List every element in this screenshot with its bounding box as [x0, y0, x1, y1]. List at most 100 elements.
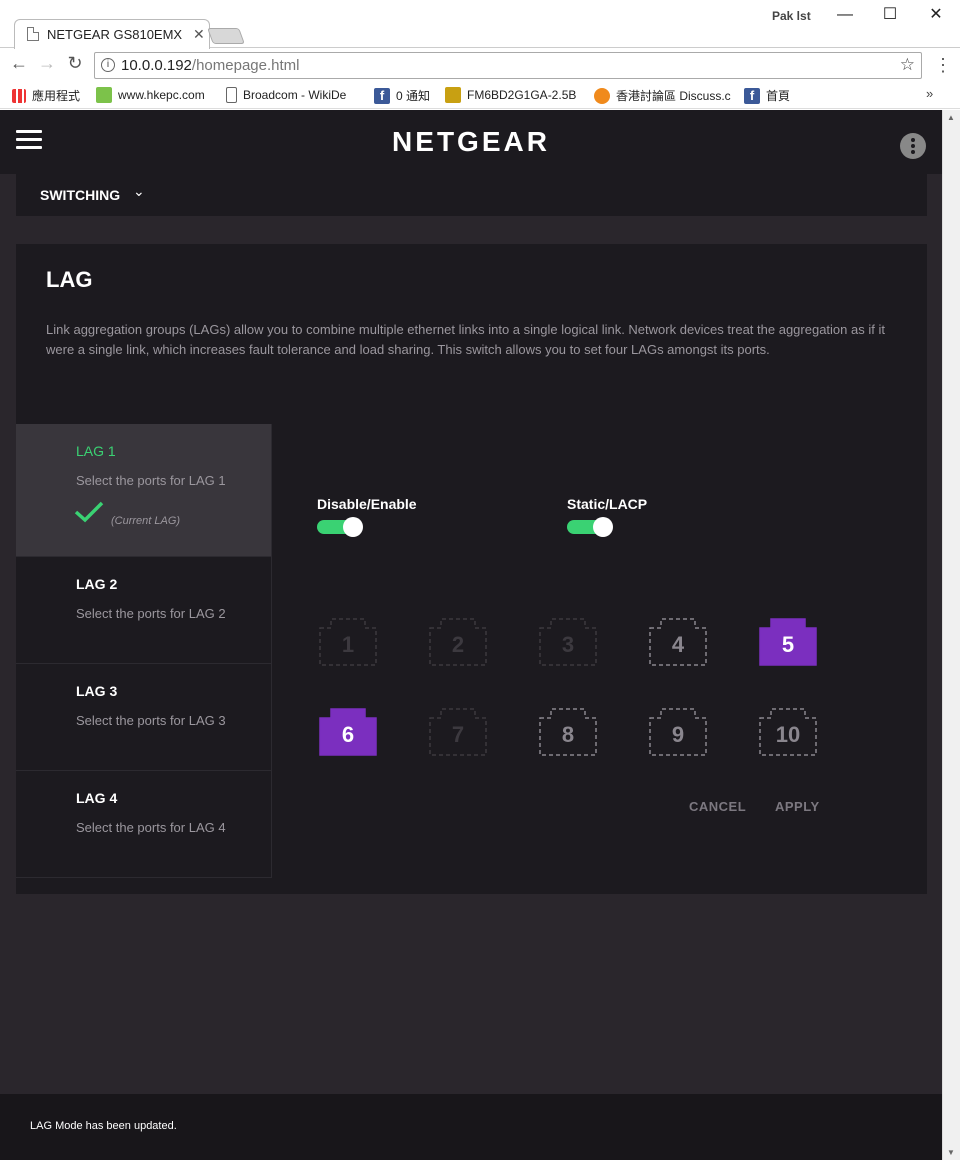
chat-icon — [594, 87, 610, 104]
page-title: LAG — [46, 267, 93, 292]
site-icon — [96, 87, 112, 103]
port-1: 1 — [319, 618, 377, 666]
browser-menu-icon[interactable]: ⋮ — [934, 55, 952, 76]
lag-subtitle: Select the ports for LAG 1 — [76, 473, 226, 488]
close-window-icon[interactable]: ✕ — [921, 4, 951, 26]
toggle-knob — [343, 517, 363, 537]
apply-button[interactable]: APPLY — [775, 799, 820, 814]
bookmark-hkepc[interactable]: www.hkepc.com — [96, 87, 205, 103]
new-tab-button[interactable] — [207, 28, 245, 44]
facebook-icon: f — [744, 87, 760, 104]
bookmark-facebook-home[interactable]: f 首頁 — [744, 87, 790, 104]
browser-tab[interactable]: NETGEAR GS810EMX ✕ — [14, 19, 210, 49]
port-8[interactable]: 8 — [539, 708, 597, 756]
port-number: 8 — [561, 722, 575, 747]
bookmark-apps[interactable]: 應用程式 — [12, 87, 80, 104]
bookmark-label: Broadcom - WikiDe — [243, 88, 347, 102]
window-user-label: Pak lst — [772, 9, 811, 23]
facebook-icon: f — [374, 87, 390, 104]
port-number: 10 — [775, 722, 801, 747]
app-header: NETGEAR — [0, 110, 942, 174]
mode-toggle[interactable] — [567, 517, 613, 537]
lag-list: LAG 1 Select the ports for LAG 1 (Curren… — [16, 424, 272, 878]
port-3: 3 — [539, 618, 597, 666]
bookmark-label: www.hkepc.com — [118, 88, 205, 102]
bookmarks-bar: 應用程式 www.hkepc.com Broadcom - WikiDe f 0 … — [0, 83, 960, 109]
lag-name: LAG 1 — [76, 443, 116, 459]
bookmark-label: 0 通知 — [396, 89, 431, 103]
enable-toggle-label: Disable/Enable — [317, 496, 417, 512]
apps-icon — [12, 88, 26, 103]
address-bar[interactable]: i 10.0.0.192/homepage.html ☆ — [94, 52, 922, 79]
port-6[interactable]: 6 — [319, 708, 377, 756]
bookmark-facebook-notify[interactable]: f 0 通知 — [374, 87, 430, 104]
cancel-button[interactable]: CANCEL — [689, 799, 746, 814]
more-options-icon[interactable] — [900, 133, 926, 159]
lag-name: LAG 4 — [76, 790, 118, 806]
checkmark-icon — [74, 501, 104, 523]
scroll-up-icon[interactable]: ▲ — [947, 113, 955, 122]
lag-name: LAG 2 — [76, 576, 118, 592]
bookmark-label: 應用程式 — [32, 89, 81, 103]
browser-titlebar: NETGEAR GS810EMX ✕ Pak lst — ☐ ✕ — [0, 0, 960, 49]
port-number: 9 — [671, 722, 685, 747]
bookmark-star-icon[interactable]: ☆ — [900, 55, 915, 75]
status-message: LAG Mode has been updated. — [30, 1120, 177, 1132]
lag-item-4[interactable]: LAG 4 Select the ports for LAG 4 — [16, 771, 272, 878]
port-4[interactable]: 4 — [649, 618, 707, 666]
image-icon — [445, 87, 461, 103]
current-lag-label: (Current LAG) — [111, 515, 181, 527]
page-viewport: NETGEAR SWITCHING ⌄ LAG Link aggregation… — [0, 110, 942, 1160]
url-host: 10.0.0.192 — [121, 57, 192, 74]
switching-nav[interactable]: SWITCHING ⌄ — [16, 174, 927, 216]
port-10[interactable]: 10 — [759, 708, 817, 756]
url-path: /homepage.html — [191, 57, 300, 74]
lag-description: Link aggregation groups (LAGs) allow you… — [46, 322, 885, 357]
page-icon — [226, 87, 237, 103]
port-7: 7 — [429, 708, 487, 756]
port-9[interactable]: 9 — [649, 708, 707, 756]
lag-panel: LAG Link aggregation groups (LAGs) allow… — [16, 244, 927, 894]
port-number: 1 — [341, 632, 355, 657]
bookmark-discuss[interactable]: 香港討論區 Discuss.c — [594, 87, 731, 104]
chevron-down-icon: ⌄ — [133, 183, 145, 199]
browser-toolbar: ← → ↻ i 10.0.0.192/homepage.html ☆ ⋮ — [0, 49, 960, 83]
port-number: 2 — [451, 632, 465, 657]
tab-close-icon[interactable]: ✕ — [193, 26, 205, 43]
lag-item-2[interactable]: LAG 2 Select the ports for LAG 2 — [16, 557, 272, 664]
port-number: 5 — [781, 632, 795, 657]
port-number: 3 — [561, 632, 575, 657]
site-info-icon[interactable]: i — [101, 58, 115, 72]
page-favicon-icon — [27, 27, 39, 41]
port-2: 2 — [429, 618, 487, 666]
status-bar: LAG Mode has been updated. — [0, 1094, 942, 1160]
lag-subtitle: Select the ports for LAG 4 — [76, 820, 226, 835]
toggle-knob — [593, 517, 613, 537]
lag-subtitle: Select the ports for LAG 2 — [76, 606, 226, 621]
forward-arrow-icon[interactable]: → — [35, 53, 59, 74]
switching-nav-label: SWITCHING — [40, 187, 121, 203]
lag-name: LAG 3 — [76, 683, 118, 699]
port-number: 7 — [451, 722, 465, 747]
port-5[interactable]: 5 — [759, 618, 817, 666]
bookmarks-overflow-icon[interactable]: » — [926, 86, 933, 101]
enable-toggle[interactable] — [317, 517, 363, 537]
bookmark-broadcom[interactable]: Broadcom - WikiDe — [226, 87, 346, 103]
bookmark-label: FM6BD2G1GA-2.5B — [467, 88, 577, 102]
bookmark-fm6bd[interactable]: FM6BD2G1GA-2.5B — [445, 87, 576, 103]
port-number: 6 — [341, 722, 355, 747]
back-arrow-icon[interactable]: ← — [7, 53, 31, 74]
maximize-icon[interactable]: ☐ — [875, 4, 905, 26]
port-number: 4 — [671, 632, 685, 657]
scroll-down-icon[interactable]: ▼ — [947, 1148, 955, 1157]
reload-icon[interactable]: ↻ — [63, 53, 87, 74]
bookmark-label: 首頁 — [766, 89, 791, 103]
mode-toggle-label: Static/LACP — [567, 496, 648, 512]
minimize-icon[interactable]: — — [830, 4, 860, 26]
scrollbar[interactable]: ▲ ▼ — [942, 110, 960, 1160]
lag-subtitle: Select the ports for LAG 3 — [76, 713, 226, 728]
lag-item-3[interactable]: LAG 3 Select the ports for LAG 3 — [16, 664, 272, 771]
bookmark-label: 香港討論區 Discuss.c — [616, 89, 731, 103]
tab-title: NETGEAR GS810EMX — [47, 27, 183, 42]
lag-item-1[interactable]: LAG 1 Select the ports for LAG 1 (Curren… — [16, 424, 272, 557]
